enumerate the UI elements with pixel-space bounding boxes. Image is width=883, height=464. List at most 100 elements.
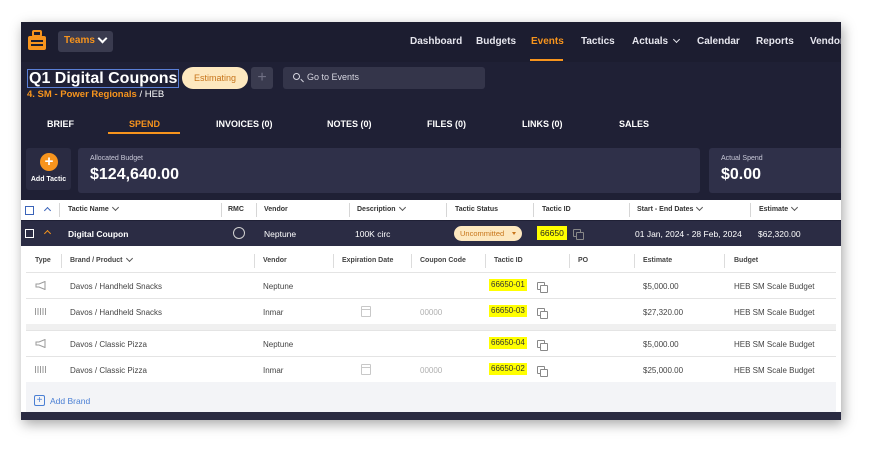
copy-icon[interactable]	[537, 366, 548, 377]
nav-actuals[interactable]: Actuals	[632, 35, 681, 47]
megaphone-icon	[35, 281, 46, 290]
brand-row[interactable]: Davos / Classic Pizza Inmar 00000 66650-…	[26, 356, 836, 382]
nav-budgets[interactable]: Budgets	[476, 36, 516, 47]
column-divider	[411, 254, 412, 268]
tactic-table-header: Tactic Name RMC Vendor Description Tacti…	[21, 200, 841, 220]
coupon-code-input[interactable]: 00000	[420, 308, 442, 317]
tab-links[interactable]: LINKS (0)	[522, 119, 563, 129]
nav-reports[interactable]: Reports	[756, 36, 794, 47]
column-divider	[61, 254, 62, 268]
col-brand-product[interactable]: Brand / Product	[70, 254, 133, 264]
tactic-dates: 01 Jan, 2024 - 28 Feb, 2024	[635, 229, 742, 239]
col-brand-vendor: Vendor	[263, 257, 287, 264]
tab-files[interactable]: FILES (0)	[427, 119, 466, 129]
column-divider	[533, 203, 534, 217]
briefcase-logo-icon[interactable]	[27, 30, 47, 52]
tactic-id: 66650	[537, 226, 567, 240]
brand-product[interactable]: Davos / Handheld Snacks	[70, 282, 162, 291]
barcode-icon	[35, 308, 47, 315]
col-brand-product-label: Brand / Product	[70, 257, 123, 264]
copy-icon[interactable]	[537, 340, 548, 351]
col-vendor: Vendor	[264, 206, 288, 213]
tab-notes[interactable]: NOTES (0)	[327, 119, 372, 129]
teams-label: Teams	[64, 35, 95, 46]
tactic-status-dropdown[interactable]: Uncommitted	[454, 226, 522, 241]
tab-invoices[interactable]: INVOICES (0)	[216, 119, 273, 129]
col-dates[interactable]: Start - End Dates	[637, 203, 704, 213]
column-divider	[256, 203, 257, 217]
brand-product[interactable]: Davos / Classic Pizza	[70, 340, 147, 349]
col-tactic-name[interactable]: Tactic Name	[68, 203, 119, 213]
brand-tactic-id: 66650-03	[489, 305, 527, 317]
coupon-code-input[interactable]: 00000	[420, 366, 442, 375]
app-window: Teams Dashboard Budgets Events Tactics A…	[21, 22, 841, 420]
brand-budget: HEB SM Scale Budget	[734, 308, 815, 317]
nav-dashboard[interactable]: Dashboard	[410, 36, 462, 47]
brand-detail-panel: Type Brand / Product Vendor Expiration D…	[21, 246, 841, 418]
chevron-down-icon	[97, 33, 108, 44]
tab-brief[interactable]: BRIEF	[47, 119, 74, 129]
breadcrumb: 4. SM - Power Regionals / HEB	[27, 89, 164, 100]
nav-vendors[interactable]: Vendors	[810, 36, 841, 47]
brand-product[interactable]: Davos / Classic Pizza	[70, 366, 147, 375]
brand-row[interactable]: Davos / Handheld Snacks Inmar 00000 6665…	[26, 298, 836, 324]
brand-row[interactable]: Davos / Classic Pizza Neptune 66650-04 $…	[26, 330, 836, 356]
col-estimate[interactable]: Estimate	[759, 203, 799, 213]
add-tactic-button[interactable]: + Add Tactic	[26, 148, 71, 190]
sort-icon	[791, 203, 799, 212]
add-brand-button[interactable]: + Add Brand	[34, 395, 91, 406]
brand-row[interactable]: Davos / Handheld Snacks Neptune 66650-01…	[26, 272, 836, 298]
calendar-icon[interactable]	[361, 364, 371, 375]
nav-tactics[interactable]: Tactics	[581, 36, 615, 47]
copy-icon[interactable]	[537, 282, 548, 293]
search-input[interactable]: Go to Events	[283, 67, 485, 89]
brand-tactic-id: 66650-02	[489, 363, 527, 375]
brand-vendor: Inmar	[263, 308, 284, 317]
sort-icon	[125, 254, 133, 263]
add-brand-band	[26, 382, 836, 412]
col-brand-estimate: Estimate	[643, 257, 673, 264]
collapse-all-icon[interactable]	[43, 206, 52, 215]
teams-dropdown[interactable]: Teams	[58, 31, 113, 52]
tactic-estimate: $62,320.00	[758, 229, 801, 239]
brand-estimate: $27,320.00	[643, 308, 684, 317]
collapse-row-icon[interactable]	[43, 229, 52, 238]
col-expiration: Expiration Date	[342, 257, 394, 264]
tactic-status-value: Uncommitted	[460, 229, 505, 238]
add-button[interactable]: +	[251, 67, 273, 89]
breadcrumb-separator: /	[136, 89, 145, 100]
caret-down-icon	[512, 232, 516, 235]
copy-icon[interactable]	[573, 229, 584, 240]
select-all-checkbox[interactable]	[25, 206, 34, 215]
column-divider	[485, 254, 486, 268]
brand-product[interactable]: Davos / Handheld Snacks	[70, 308, 162, 317]
nav-calendar[interactable]: Calendar	[697, 36, 740, 47]
brand-estimate: $25,000.00	[643, 366, 684, 375]
calendar-icon[interactable]	[361, 306, 371, 317]
column-divider	[446, 203, 447, 217]
tab-spend[interactable]: SPEND	[129, 119, 160, 129]
nav-events[interactable]: Events	[531, 36, 564, 47]
tactic-row[interactable]: Digital Coupon Neptune 100K circ Uncommi…	[21, 221, 841, 246]
plus-square-icon: +	[34, 395, 45, 406]
actual-spend-label: Actual Spend	[721, 155, 763, 162]
tab-sales[interactable]: SALES	[619, 119, 649, 129]
tactic-name[interactable]: Digital Coupon	[68, 229, 128, 239]
column-divider	[569, 254, 570, 268]
copy-icon[interactable]	[537, 308, 548, 319]
brand-budget: HEB SM Scale Budget	[734, 282, 815, 291]
col-po: PO	[578, 257, 589, 264]
breadcrumb-segment[interactable]: 4. SM - Power Regionals	[27, 89, 137, 100]
allocated-budget-label: Allocated Budget	[90, 155, 143, 162]
add-brand-label: Add Brand	[50, 396, 91, 406]
page-title[interactable]: Q1 Digital Coupons	[27, 69, 180, 88]
col-description[interactable]: Description	[357, 203, 406, 213]
rmc-radio[interactable]	[233, 227, 245, 239]
column-divider	[59, 203, 60, 217]
allocated-budget-card: Allocated Budget $124,640.00	[78, 148, 700, 193]
row-checkbox[interactable]	[25, 229, 34, 238]
col-tactic-status: Tactic Status	[455, 206, 499, 213]
sort-icon	[398, 203, 406, 212]
nav-active-underline	[530, 59, 563, 61]
status-badge[interactable]: Estimating	[182, 67, 248, 89]
